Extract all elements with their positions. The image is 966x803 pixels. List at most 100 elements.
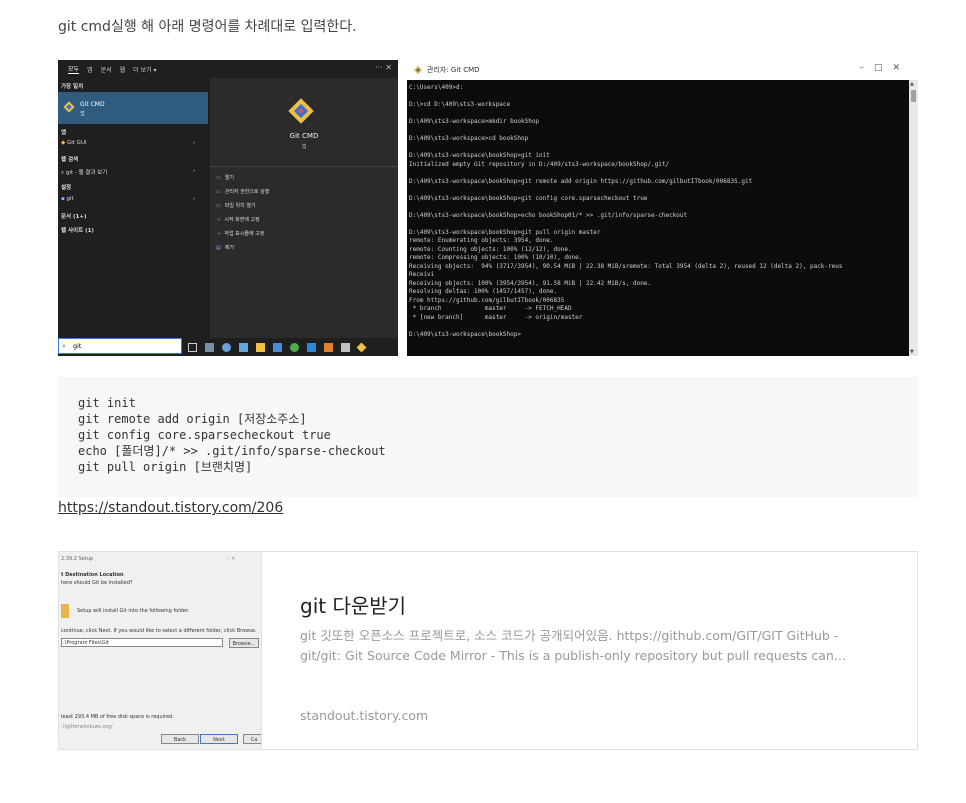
people-icon[interactable] (222, 342, 231, 352)
section-apps: 앱 (61, 130, 67, 136)
reference-link[interactable]: https://standout.tistory.com/206 (58, 500, 283, 516)
scroll-thumb[interactable] (911, 90, 916, 102)
search-icon: ⌕ (62, 342, 66, 350)
cmd-line (409, 220, 909, 229)
chevron-right-icon: › (193, 140, 196, 146)
result-settings-git-label: git (66, 196, 74, 202)
search-icon: ⌕ (61, 170, 65, 176)
folder-icon: ▭ (216, 203, 221, 209)
link-preview-card[interactable]: 2.39.2 Setup – ✕ t Destination Location … (58, 551, 918, 750)
thumb-browse-button: Browse... (229, 638, 259, 648)
best-match-item[interactable]: Git CMD 앱 (58, 92, 208, 124)
code-text: git init git remote add origin [저장소주소] g… (78, 396, 386, 474)
git-icon[interactable] (356, 342, 367, 352)
card-title[interactable]: git 다운받기 (300, 590, 406, 619)
pin-icon: ⊣ (216, 231, 221, 237)
cmd-line: Receivi (409, 271, 435, 278)
cmd-line: D:\409\sts3-workspace>cd bookShop (409, 135, 529, 142)
code-block: git init git remote add origin [저장소주소] g… (58, 377, 918, 497)
detail-subtitle: 앱 (301, 144, 307, 150)
cmd-title: 관리자: Git CMD (427, 66, 480, 74)
cmd-line: remote: Enumerating objects: 3954, done. (409, 237, 554, 244)
scroll-down-icon[interactable]: ▼ (910, 349, 914, 355)
tab-all[interactable]: 모두 (68, 64, 80, 74)
cmd-line: * branch master -> FETCH_HEAD (409, 305, 572, 312)
cmd-scrollbar[interactable]: ▲ ▼ (909, 80, 918, 356)
action-pin-taskbar[interactable]: ⊣ 작업 표시줄에 고정 (216, 230, 264, 237)
section-documents[interactable]: 문서 (1+) (61, 212, 87, 220)
cmd-line (409, 322, 909, 331)
result-web-search-label: git - 웹 결과 보기 (65, 170, 108, 176)
mail-icon[interactable] (273, 342, 282, 352)
card-url: standout.tistory.com (300, 708, 429, 723)
sublime-icon[interactable] (324, 342, 333, 352)
shield-icon: ▭ (216, 189, 221, 195)
cmd-line: D:\409\sts3-workspace\bookShop>echo book… (409, 211, 688, 219)
pin-icon: ⊣ (216, 217, 221, 223)
start-search-value: git (73, 342, 82, 350)
taskbar (182, 338, 398, 356)
result-web-search[interactable]: ⌕ git - 웹 결과 보기 › (61, 168, 201, 177)
action-uninstall-label: 제거 (224, 245, 234, 251)
cmd-line: D:\409\sts3-workspace\bookShop>git pull … (409, 228, 601, 236)
action-pin-taskbar-label: 작업 표시줄에 고정 (224, 231, 265, 237)
cmd-line (409, 169, 909, 178)
scroll-up-icon[interactable]: ▲ (910, 81, 914, 87)
weather-icon[interactable] (239, 342, 248, 352)
cmd-line: C:\Users\409>d: (409, 84, 464, 91)
thumb-next-button: Next (200, 734, 238, 744)
cmd-line (409, 203, 909, 212)
settings-icon: ▪ (61, 196, 65, 202)
start-menu-window-buttons[interactable]: ··· ✕ (375, 63, 392, 72)
action-open[interactable]: ▭ 열기 (216, 174, 234, 181)
trash-icon: ▤ (216, 245, 221, 251)
action-open-file-location[interactable]: ▭ 파일 위치 열기 (216, 202, 256, 209)
section-settings: 설정 (61, 185, 72, 191)
action-pin-start[interactable]: ⊣ 시작 화면에 고정 (216, 216, 260, 223)
action-open-label: 열기 (224, 175, 234, 181)
task-view-icon[interactable] (188, 342, 197, 352)
vscode-icon[interactable] (307, 342, 316, 352)
cmd-title-bar: 관리자: Git CMD –□✕ (407, 60, 918, 80)
cmd-line: Initialized empty Git repository in D:/4… (409, 160, 670, 168)
best-match-type: 앱 (80, 111, 85, 117)
cmd-line: D:\409\sts3-workspace\bookShop>git init (409, 152, 550, 159)
app-icon[interactable] (341, 342, 350, 352)
git-icon: ◆ (61, 140, 66, 146)
tab-more[interactable]: 더 보기 ▾ (133, 65, 156, 74)
section-websites[interactable]: 웹 사이트 (1) (61, 226, 94, 234)
result-git-gui-label: Git GUI (66, 140, 87, 146)
cmd-output: C:\Users\409>d: D:\>cd D:\409\sts3-works… (409, 84, 909, 339)
thumb-subheading: here should Git be installed? (61, 580, 133, 586)
thumb-info: Setup will install Git into the followin… (77, 608, 190, 614)
action-run-as-admin[interactable]: ▭ 관리자 권한으로 실행 (216, 188, 269, 195)
start-search-box[interactable]: ⌕ git (58, 338, 182, 354)
chevron-right-icon: › (193, 196, 196, 202)
cmd-window-buttons[interactable]: –□✕ (859, 63, 910, 73)
store-icon[interactable] (256, 342, 265, 352)
result-git-gui[interactable]: ◆ Git GUI › (61, 140, 201, 146)
result-settings-git[interactable]: ▪ git › (61, 196, 201, 202)
thumb-back-button: Back (161, 734, 199, 744)
tab-documents[interactable]: 문서 (101, 65, 112, 74)
cmd-line: From https://github.com/gilbutITbook/006… (409, 296, 565, 304)
git-cmd-window: 관리자: Git CMD –□✕ C:\Users\409>d: D:\>cd … (407, 60, 918, 356)
cmd-line: D:\409\sts3-workspace\bookShop>git remot… (409, 177, 753, 185)
start-menu-tabs: 모두 앱 문서 웹 더 보기 ▾ (58, 60, 398, 78)
action-uninstall[interactable]: ▤ 제거 (216, 244, 234, 251)
thumb-heading: t Destination Location (61, 572, 124, 578)
thumb-cancel-button: Ca (243, 734, 261, 744)
tab-apps[interactable]: 앱 (87, 65, 93, 74)
divider (210, 166, 398, 167)
cmd-line (409, 186, 909, 195)
git-icon (63, 101, 75, 113)
calculator-icon[interactable] (205, 342, 214, 352)
thumb-title: 2.39.2 Setup (61, 556, 94, 562)
section-web-search: 웹 검색 (61, 157, 79, 163)
start-menu-screenshot: 모두 앱 문서 웹 더 보기 ▾ ··· ✕ 가장 일치 Git CMD 앱 앱… (58, 60, 398, 356)
chrome-icon[interactable] (290, 342, 299, 352)
tab-web[interactable]: 웹 (120, 65, 126, 74)
open-icon: ▭ (216, 175, 221, 181)
cmd-line: * [new branch] master -> origin/master (409, 313, 583, 321)
thumb-instruction: continue, click Next. If you would like … (61, 628, 257, 634)
